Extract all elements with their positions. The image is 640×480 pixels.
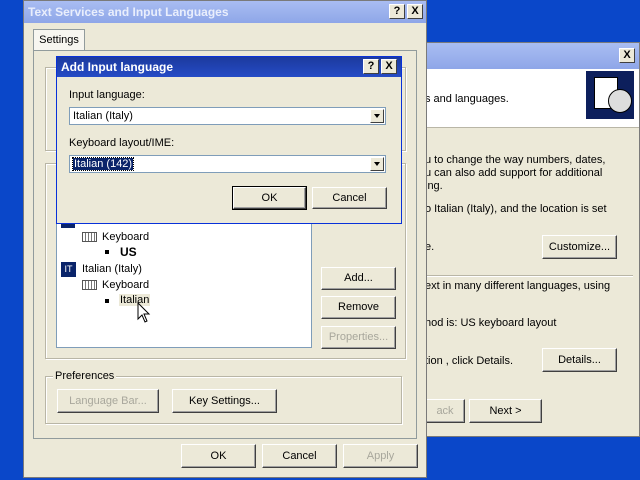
tree-item-italian-italy[interactable]: Italian (Italy) [82,263,142,275]
chevron-down-icon[interactable] [370,157,384,171]
description-line-6: ext in many different languages, using [425,280,611,292]
dialog-title: Text Services and Input Languages [28,5,229,19]
back-button[interactable]: ack [425,399,465,423]
apply-button[interactable]: Apply [343,444,418,468]
add-input-language-dialog: Add Input language ? X Input language: I… [56,56,402,224]
chevron-down-icon[interactable] [370,109,384,123]
keyboard-layout-label: Keyboard layout/IME: [69,137,175,149]
regional-title-bar [413,43,639,69]
bullet-icon [105,299,109,303]
separator [423,275,633,277]
input-language-label: Input language: [69,89,145,101]
description-line-4: o Italian (Italy), and the location is s… [425,203,607,215]
customize-button[interactable]: Customize... [542,235,617,259]
keyboard-icon [82,232,97,242]
add-button[interactable]: Add... [321,267,396,290]
help-button[interactable]: ? [389,4,405,19]
help-button[interactable]: ? [363,59,379,74]
add-dialog-title-bar: Add Input language [57,57,401,77]
description-line-3: ing. [425,180,443,192]
cancel-button[interactable]: Cancel [312,187,387,209]
properties-button[interactable]: Properties... [321,326,396,349]
language-bar-button[interactable]: Language Bar... [57,389,159,413]
regional-options-window: X s and languages. u to change the way n… [412,42,640,437]
tree-item-keyboard-italian[interactable]: Keyboard [102,279,149,291]
description-line-1: u to change the way numbers, dates, [425,154,606,166]
title-bar: Text Services and Input Languages [24,1,426,23]
keyboard-layout-select[interactable]: Italian (142) [69,155,386,173]
remove-button[interactable]: Remove [321,296,396,319]
keyboard-layout-value: Italian (142) [71,157,135,171]
cancel-button[interactable]: Cancel [262,444,337,468]
regional-settings-icon [586,71,634,119]
details-button[interactable]: Details... [542,348,617,372]
ok-button[interactable]: OK [232,186,307,210]
close-button[interactable]: X [619,48,635,63]
input-language-select[interactable]: Italian (Italy) [69,107,386,125]
bullet-icon [105,250,109,254]
keyboard-icon [82,280,97,290]
header-text: s and languages. [425,93,509,105]
tab-settings-label: Settings [39,34,79,46]
input-language-value: Italian (Italy) [73,110,133,122]
next-button[interactable]: Next > [469,399,542,423]
tree-item-us[interactable]: US [120,245,137,259]
tab-settings[interactable]: Settings [33,29,85,51]
italian-language-icon: IT [61,262,76,277]
installed-services-tree[interactable]: Keyboard US IT Italian (Italy) Keyboard … [56,221,312,348]
ok-button[interactable]: OK [181,444,256,468]
description-line-7: hod is: US keyboard layout [425,317,557,329]
mouse-cursor-icon [137,302,151,323]
close-button[interactable]: X [407,4,423,19]
tree-item-keyboard[interactable]: Keyboard [102,231,149,243]
language-icon-text: IT [64,264,73,274]
cd-disc-icon [608,89,632,113]
close-button[interactable]: X [381,59,397,74]
description-line-2: u can also add support for additional [425,167,603,179]
key-settings-button[interactable]: Key Settings... [172,389,277,413]
regional-header-panel: s and languages. [413,69,639,128]
preferences-label: Preferences [53,370,117,382]
description-line-8: tion , click Details. [425,355,514,367]
add-dialog-title: Add Input language [61,60,173,74]
